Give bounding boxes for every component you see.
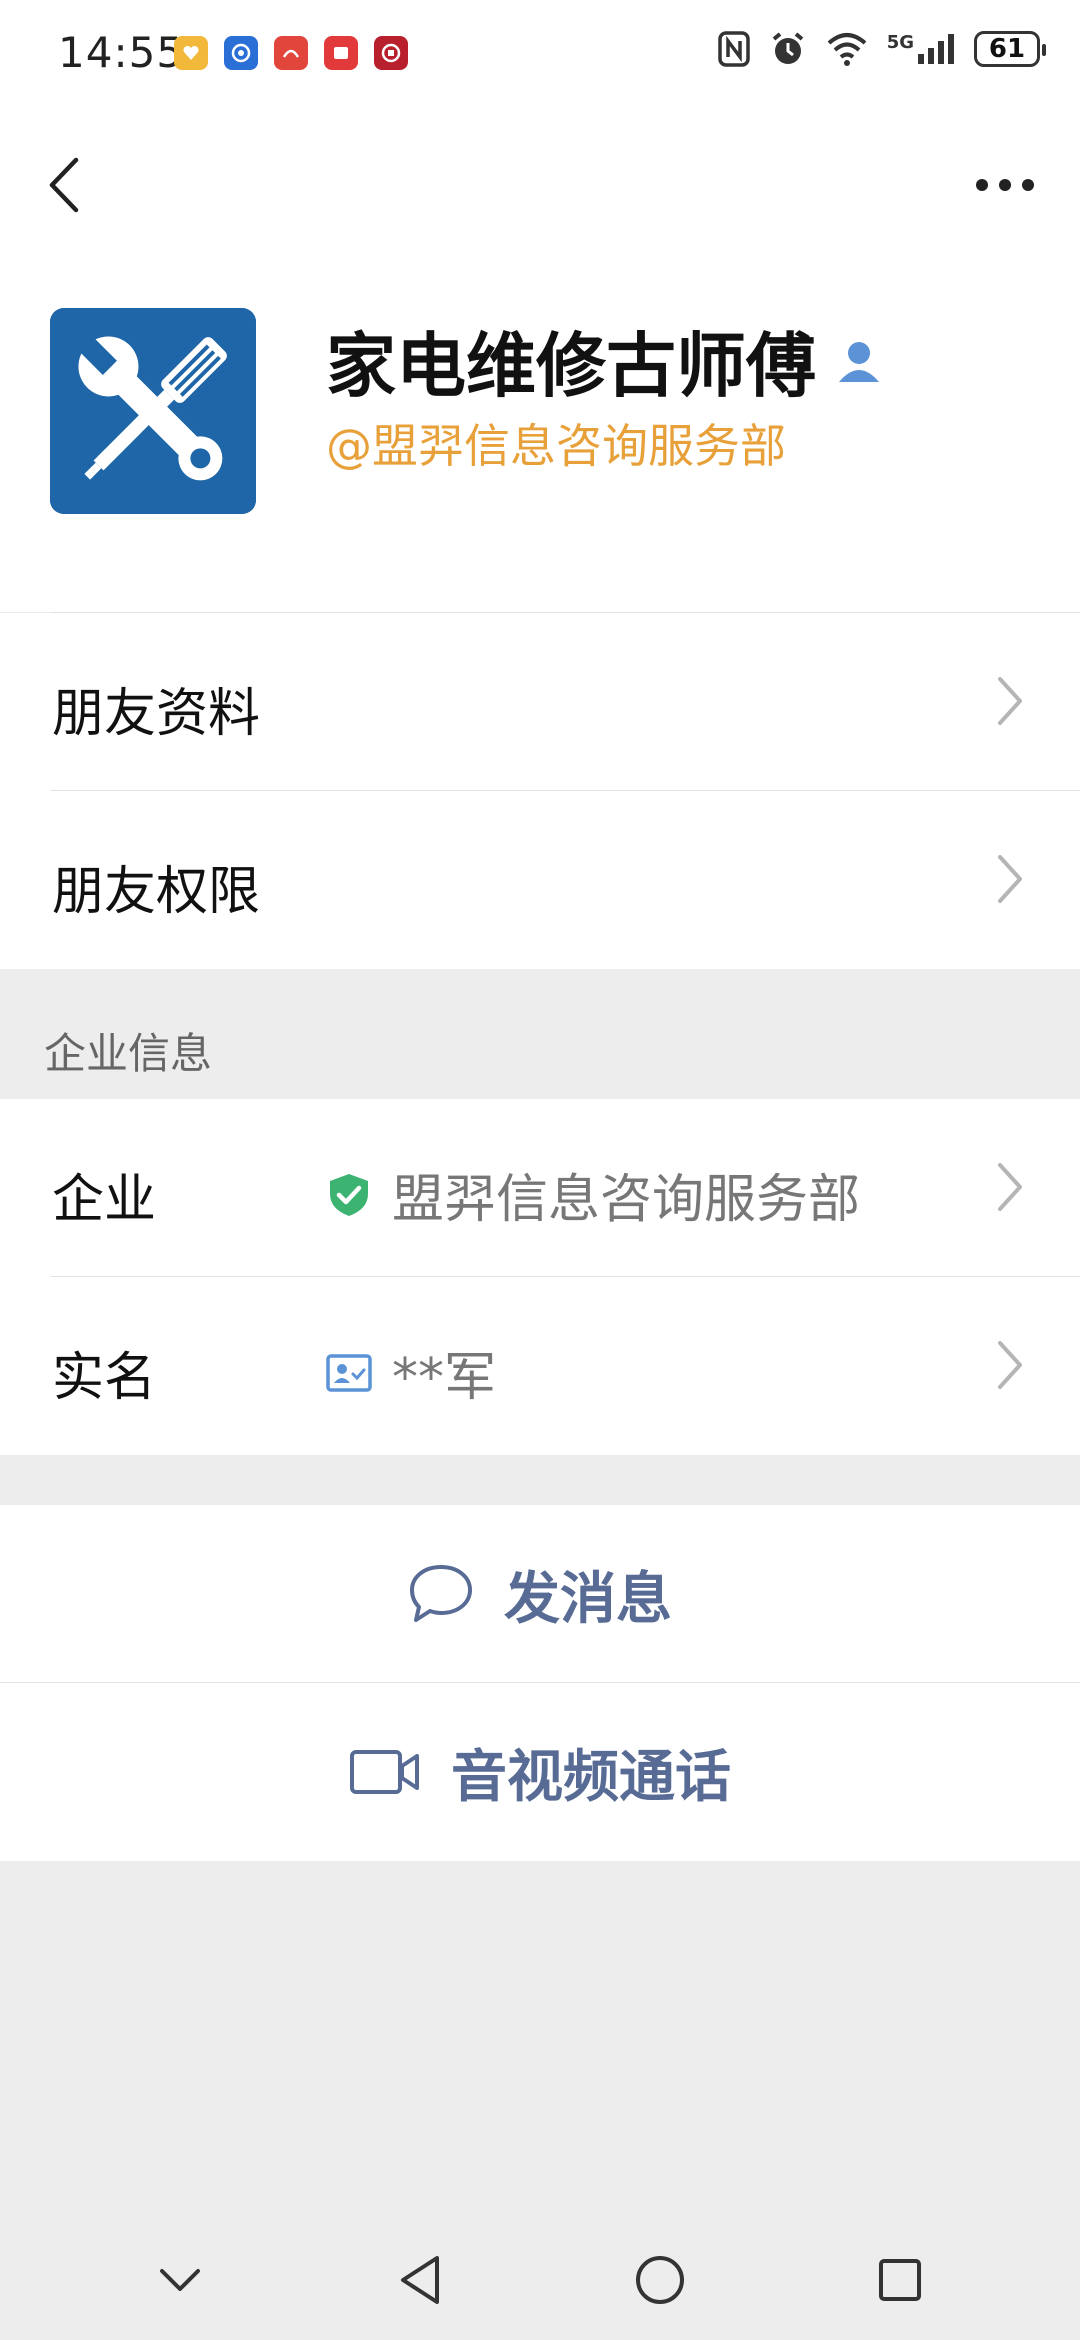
nfc-icon (717, 31, 750, 67)
status-time: 14:55 (58, 28, 185, 77)
wrench-screwdriver-icon (50, 308, 256, 514)
video-call-button[interactable]: 音视频通话 (0, 1683, 1080, 1861)
shield-check-icon (330, 1173, 368, 1216)
notification-app-icon (324, 36, 358, 70)
row-friend-permissions[interactable]: 朋友权限 (0, 791, 1080, 969)
nav-home-button[interactable] (620, 2240, 700, 2320)
row-label: 朋友资料 (52, 684, 261, 744)
organization-tag[interactable]: @盟羿信息咨询服务部 (326, 410, 786, 476)
status-bar: 14:55 5G 61 (0, 0, 1080, 110)
top-navigation (0, 110, 1080, 260)
circle-home-icon (636, 2256, 684, 2304)
row-value: 盟羿信息咨询服务部 (326, 1157, 860, 1232)
row-label: 实名 (52, 1348, 157, 1408)
row-value: **军 (326, 1335, 496, 1410)
back-button[interactable] (38, 150, 88, 220)
id-card-icon (326, 1353, 372, 1392)
chevron-right-icon (998, 855, 1022, 903)
row-enterprise[interactable]: 企业 盟羿信息咨询服务部 (0, 1099, 1080, 1277)
chat-bubble-icon (410, 1565, 472, 1622)
more-button[interactable] (970, 160, 1040, 210)
signal-icon (918, 34, 954, 64)
network-type: 5G (886, 32, 914, 53)
profile-header: 家电维修古师傅 @盟羿信息咨询服务部 (0, 260, 1080, 612)
chevron-left-icon (49, 157, 79, 213)
row-label: 朋友权限 (52, 862, 261, 922)
row-realname[interactable]: 实名 **军 (0, 1277, 1080, 1455)
notification-icons (174, 36, 408, 70)
section-gap (0, 1455, 1080, 1505)
section-title-enterprise: 企业信息 (44, 1029, 213, 1078)
realname-value: **军 (392, 1348, 497, 1408)
triangle-back-icon (401, 2256, 439, 2304)
battery-indicator: 61 (974, 31, 1046, 67)
notification-app-icon (274, 36, 308, 70)
send-message-label: 发消息 (504, 1566, 672, 1632)
chevron-down-icon (160, 2269, 200, 2291)
notification-app-icon (174, 36, 208, 70)
square-recents-icon (879, 2259, 921, 2301)
chevron-right-icon (998, 1163, 1022, 1211)
contact-name: 家电维修古师傅 (326, 325, 816, 407)
nav-collapse-button[interactable] (140, 2240, 220, 2320)
signal-indicator: 5G (887, 32, 956, 66)
row-friend-profile[interactable]: 朋友资料 (0, 613, 1080, 791)
battery-level: 61 (988, 34, 1026, 64)
video-camera-icon (350, 1750, 419, 1794)
send-message-button[interactable]: 发消息 (0, 1505, 1080, 1683)
chevron-right-icon (998, 677, 1022, 725)
status-indicators: 5G 61 (717, 30, 1046, 68)
video-call-label: 音视频通话 (451, 1744, 731, 1810)
person-icon[interactable] (834, 336, 884, 386)
row-label: 企业 (52, 1170, 157, 1230)
enterprise-value: 盟羿信息咨询服务部 (392, 1170, 861, 1230)
alarm-icon (772, 32, 803, 64)
notification-app-icon (224, 36, 258, 70)
avatar[interactable] (50, 308, 256, 514)
nav-back-button[interactable] (380, 2240, 460, 2320)
more-dots-icon (976, 179, 1034, 191)
notification-app-icon (374, 36, 408, 70)
name-row: 家电维修古师傅 (326, 310, 884, 411)
nav-recents-button[interactable] (860, 2240, 940, 2320)
wifi-icon (827, 33, 867, 66)
chevron-right-icon (998, 1341, 1022, 1389)
system-navigation-bar (0, 2220, 1080, 2340)
